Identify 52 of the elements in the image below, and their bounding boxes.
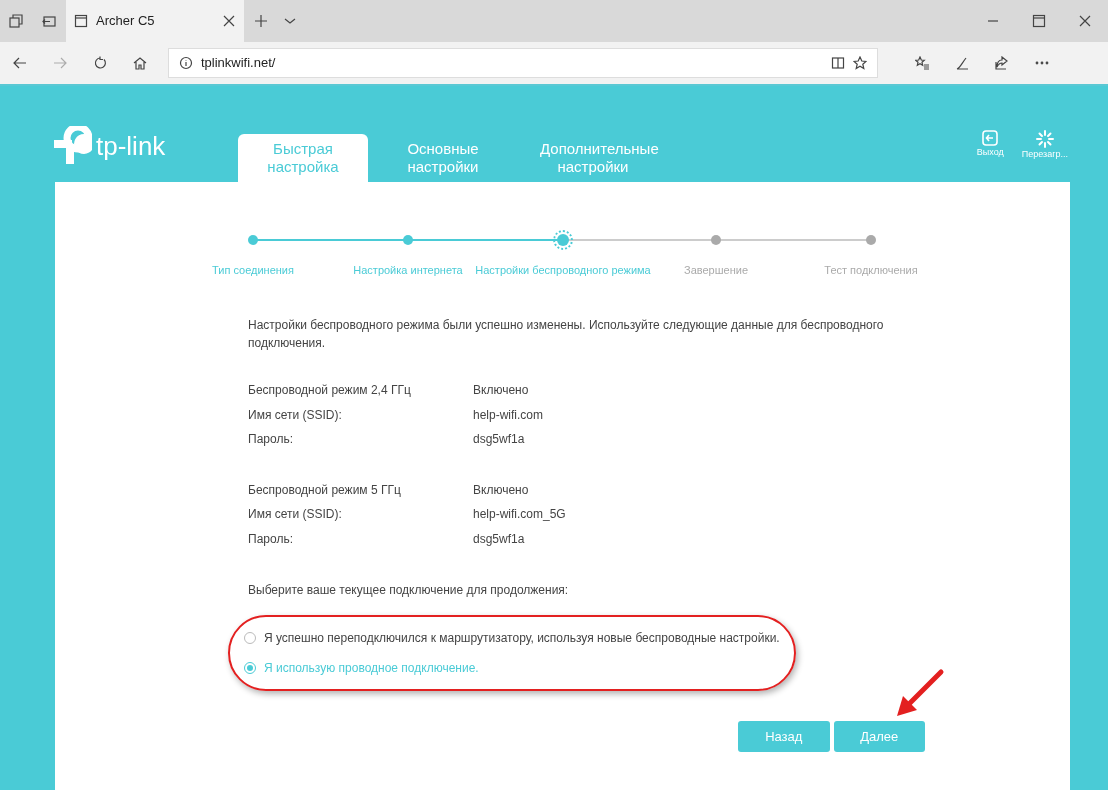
logo-icon (52, 126, 92, 166)
field-label: Беспроводной режим 2,4 ГГц (248, 382, 412, 400)
star-icon[interactable] (853, 56, 867, 70)
close-icon[interactable] (1078, 14, 1092, 28)
new-tab-icon[interactable] (254, 14, 268, 28)
step-label: Настройка интернета (353, 263, 463, 278)
field-label: Имя сети (SSID): (248, 406, 343, 424)
logo-text: tp-link (96, 129, 166, 163)
exit-icon (982, 130, 999, 146)
radio-button[interactable] (244, 632, 256, 644)
nav-button[interactable]: Далее (833, 721, 925, 752)
prompt-text: Выберите ваше текущее подключение для продолжения: (248, 582, 570, 599)
close-tab-icon[interactable] (222, 14, 236, 28)
tab-stack-icon[interactable] (9, 14, 23, 28)
field-label: Имя сети (SSID): (248, 506, 343, 524)
radio-label[interactable]: Я успешно переподключился к маршрутизатору, используя новые беспроводные настройки. (264, 629, 780, 647)
nav-tab[interactable]: Основные настройки (368, 134, 518, 182)
field-label: Пароль: (248, 530, 294, 548)
back-icon[interactable] (13, 56, 27, 70)
favorites-icon[interactable] (915, 56, 929, 70)
step-label: Настройки беспроводного режима (475, 263, 651, 278)
field-value: Включено (473, 382, 529, 400)
address-field[interactable]: tplinkwifi.net/ (168, 48, 878, 78)
radio-label[interactable]: Я использую проводное подключение. (264, 659, 479, 677)
field-label: Пароль: (248, 431, 294, 449)
step-label: Тест подключения (824, 263, 918, 278)
nav-tab[interactable]: Быстрая настройка (238, 134, 368, 182)
header-action-button[interactable]: Выход (976, 130, 1004, 162)
field-value: Включено (473, 481, 529, 499)
field-value: help-wifi.com_5G (473, 506, 566, 524)
step-label: Завершение (684, 263, 748, 278)
field-value: dsg5wf1a (473, 431, 525, 449)
tab-title: Archer C5 (96, 12, 156, 31)
field-value: help-wifi.com (473, 406, 544, 424)
tab-aside-icon[interactable] (42, 14, 56, 28)
book-icon[interactable] (831, 56, 845, 70)
share-icon[interactable] (995, 56, 1009, 70)
home-icon[interactable] (133, 56, 147, 70)
nav-button[interactable]: Назад (738, 721, 830, 752)
step-label: Тип соединения (212, 263, 294, 278)
page-icon (74, 14, 88, 28)
spinner-icon (1035, 130, 1054, 148)
browser-tab[interactable]: Archer C5 (66, 0, 244, 42)
maximize-icon[interactable] (1032, 14, 1046, 28)
radio-button[interactable] (244, 662, 256, 674)
header-action-button[interactable]: Перезагр... (1021, 130, 1068, 162)
nav-tab[interactable]: Дополнительные настройки (518, 134, 668, 182)
info-icon (179, 56, 193, 70)
refresh-icon[interactable] (93, 56, 107, 70)
field-value: dsg5wf1a (473, 530, 525, 548)
field-label: Беспроводной режим 5 ГГц (248, 481, 402, 499)
success-message: Настройки беспроводного режима были успешно изменены. Используйте следующие данные для беспроводного подключения. (248, 317, 885, 352)
